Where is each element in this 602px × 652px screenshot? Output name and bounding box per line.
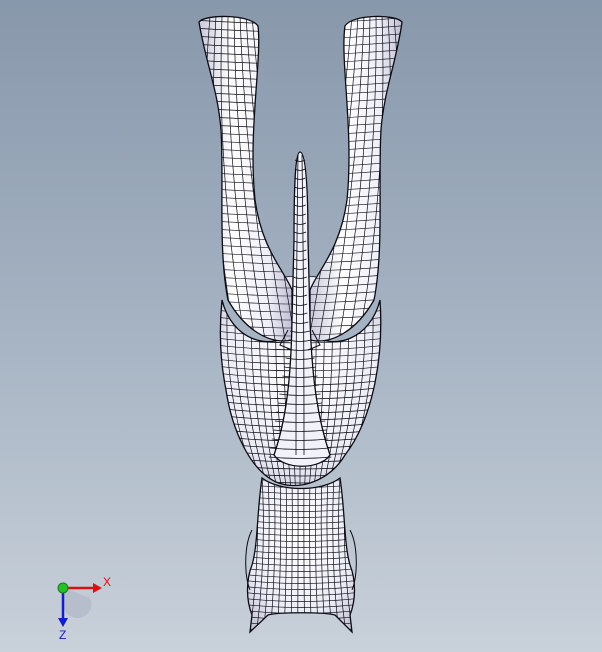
y-axis-origin-icon — [57, 582, 69, 594]
z-axis-label: Z — [59, 628, 66, 642]
right-leg-mesh — [309, 15, 403, 342]
x-axis-label: X — [103, 575, 111, 589]
triad-shadow-icon — [63, 588, 92, 619]
wireframe-model[interactable] — [0, 0, 602, 652]
neck-mesh — [245, 477, 357, 633]
coordinate-triad: X Z — [50, 572, 120, 642]
graphics-viewport[interactable]: X Z — [0, 0, 602, 652]
left-leg-mesh — [198, 15, 293, 342]
